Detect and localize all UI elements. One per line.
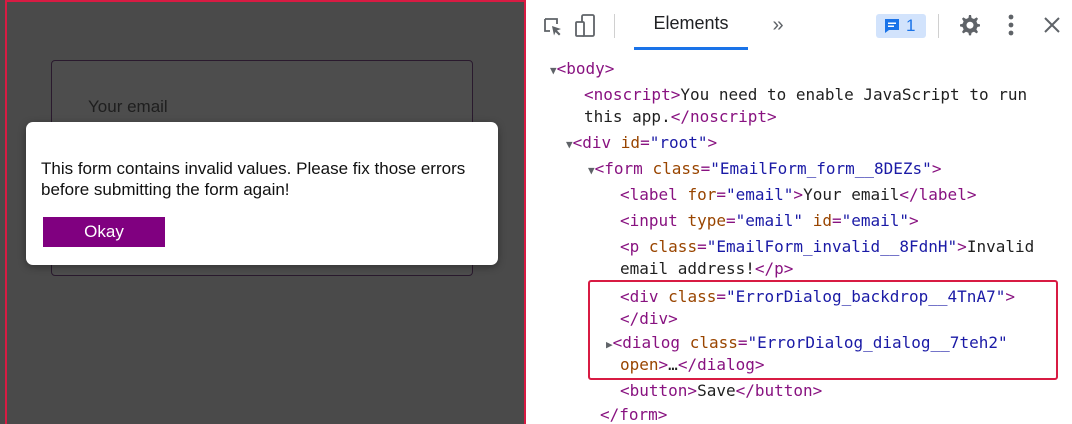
okay-button[interactable]: Okay — [43, 217, 165, 247]
devtools-toolbar: Elements » 1 — [526, 0, 1072, 50]
dom-node-body[interactable]: ▼<body> — [550, 58, 614, 82]
expand-triangle-icon[interactable]: ▼ — [588, 164, 595, 177]
issues-badge[interactable]: 1 — [876, 14, 926, 38]
expand-triangle-icon[interactable]: ▼ — [566, 138, 573, 151]
gear-icon[interactable] — [956, 12, 982, 38]
expand-triangle-icon[interactable]: ▼ — [550, 64, 557, 77]
dom-node-button[interactable]: <button>Save</button> — [620, 380, 822, 402]
dom-node-dialog-cont: open>…</dialog> — [620, 355, 765, 374]
message-icon — [885, 19, 899, 33]
devtools-panel: Elements » 1 ▼<body> <noscript>You need … — [526, 0, 1072, 424]
close-icon[interactable] — [1040, 13, 1064, 37]
dom-node-noscript-cont: this app.</noscript> — [584, 107, 777, 126]
dom-node-p[interactable]: <p class="EmailForm_invalid__8FdnH">Inva… — [620, 236, 1034, 258]
dom-node-input[interactable]: <input type="email" id="email"> — [620, 210, 919, 232]
dom-node-div-root[interactable]: ▼<div id="root"> — [566, 132, 717, 156]
app-viewport: Your email This form contains invalid va… — [0, 0, 526, 424]
more-tabs-chevron-icon[interactable]: » — [764, 12, 792, 38]
toolbar-divider — [938, 14, 939, 38]
inspect-element-icon[interactable] — [540, 14, 566, 40]
dom-node-form-end: </form> — [600, 405, 668, 424]
dom-node-form[interactable]: ▼<form class="EmailForm_form__8DEZs"> — [588, 158, 941, 182]
dom-node-noscript[interactable]: <noscript>You need to enable JavaScript … — [584, 84, 1027, 106]
device-toggle-icon[interactable] — [572, 12, 600, 40]
dom-node-backdrop-end: </div> — [620, 309, 678, 328]
email-label: Your email — [88, 97, 168, 116]
dom-node-backdrop-div[interactable]: <div class="ErrorDialog_backdrop__4TnA7"… — [620, 286, 1015, 308]
error-dialog: This form contains invalid values. Pleas… — [26, 122, 498, 265]
dom-node-p-cont: email address!</p> — [620, 259, 794, 278]
dom-node-dialog[interactable]: ▶<dialog class="ErrorDialog_dialog__7teh… — [606, 332, 1008, 356]
kebab-menu-icon[interactable] — [1000, 12, 1022, 38]
issues-count: 1 — [906, 16, 916, 35]
dom-node-label[interactable]: <label for="email">Your email</label> — [620, 184, 976, 206]
dialog-message: This form contains invalid values. Pleas… — [41, 159, 466, 199]
toolbar-divider — [614, 14, 615, 38]
tab-elements[interactable]: Elements — [634, 0, 748, 50]
collapse-triangle-icon[interactable]: ▶ — [606, 338, 613, 351]
